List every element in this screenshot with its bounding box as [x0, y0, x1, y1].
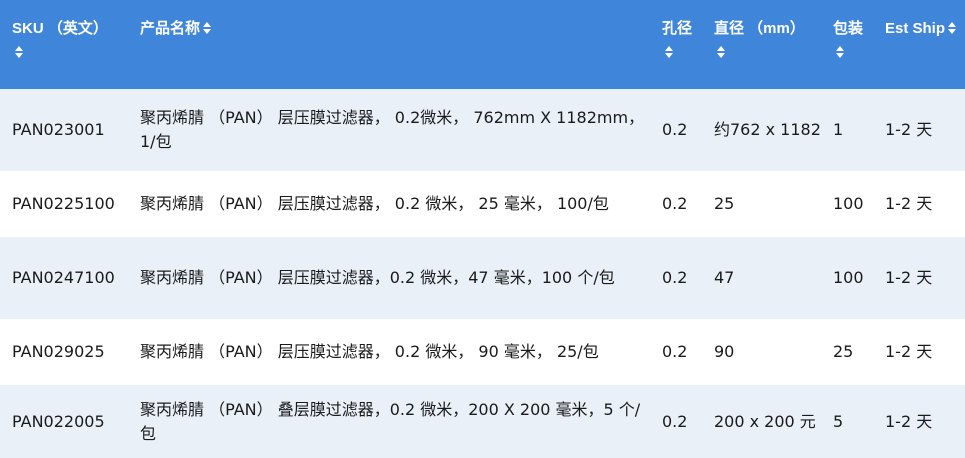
cell-diameter: 200 x 200 元	[714, 411, 816, 431]
cell-pore: 0.2	[662, 411, 688, 431]
table-header: SKU （英文） 产品名称 孔径 直径 （mm） 包装 Est Ship	[0, 0, 965, 89]
sort-icon	[836, 46, 844, 58]
cell-sku: PAN0225100	[12, 194, 115, 213]
cell-ship: 1-2 天	[885, 342, 933, 361]
cell-sku: PAN023001	[12, 120, 105, 139]
column-header-pack[interactable]: 包装	[823, 0, 876, 89]
table-row: PAN023001 聚丙烯腈 （PAN） 层压膜过滤器， 0.2微米， 762m…	[0, 89, 965, 171]
column-header-pack-label: 包装	[833, 20, 864, 37]
cell-ship: 1-2 天	[885, 268, 933, 287]
column-header-ship[interactable]: Est Ship	[876, 0, 965, 89]
table-row: PAN0225100 聚丙烯腈 （PAN） 层压膜过滤器， 0.2 微米， 25…	[0, 171, 965, 237]
cell-sku: PAN029025	[12, 342, 105, 361]
cell-pore: 0.2	[662, 268, 688, 287]
sort-icon	[717, 46, 725, 58]
cell-diameter: 25	[714, 194, 735, 213]
cell-ship: 1-2 天	[885, 120, 933, 139]
column-header-pore-label: 孔径	[662, 20, 693, 37]
cell-pore: 0.2	[662, 342, 688, 361]
column-header-pore[interactable]: 孔径	[652, 0, 704, 89]
table-row: PAN0247100 聚丙烯腈 （PAN） 层压膜过滤器，0.2 微米，47 毫…	[0, 237, 965, 319]
sort-icon	[665, 46, 673, 58]
cell-ship: 1-2 天	[885, 411, 933, 431]
cell-pack: 25	[833, 342, 854, 361]
sort-icon	[948, 22, 957, 34]
cell-name: 聚丙烯腈 （PAN） 叠层膜过滤器，0.2 微米，200 X 200 毫米，5 …	[140, 399, 641, 443]
product-table: SKU （英文） 产品名称 孔径 直径 （mm） 包装 Est Ship PAN…	[0, 0, 965, 458]
column-header-ship-label: Est Ship	[885, 20, 946, 37]
cell-name: 聚丙烯腈 （PAN） 层压膜过滤器，0.2 微米，47 毫米，100 个/包	[140, 268, 615, 287]
cell-pore: 0.2	[662, 120, 688, 139]
cell-name: 聚丙烯腈 （PAN） 层压膜过滤器， 0.2微米， 762mm X 1182mm…	[140, 108, 645, 151]
header-row: SKU （英文） 产品名称 孔径 直径 （mm） 包装 Est Ship	[0, 0, 965, 89]
cell-pack: 1	[833, 120, 844, 139]
table-row: PAN029025 聚丙烯腈 （PAN） 层压膜过滤器， 0.2 微米， 90 …	[0, 319, 965, 385]
table-row: PAN022005 聚丙烯腈 （PAN） 叠层膜过滤器，0.2 微米，200 X…	[0, 385, 965, 458]
cell-pack: 5	[833, 411, 844, 431]
cell-diameter: 47	[714, 268, 735, 287]
column-header-name[interactable]: 产品名称	[126, 0, 652, 89]
sort-icon	[15, 46, 23, 58]
column-header-name-label: 产品名称	[140, 20, 201, 37]
column-header-diameter[interactable]: 直径 （mm）	[704, 0, 823, 89]
cell-pack: 100	[833, 194, 864, 213]
sort-icon	[203, 22, 212, 34]
cell-sku: PAN022005	[12, 411, 105, 431]
cell-diameter: 90	[714, 342, 735, 361]
cell-name: 聚丙烯腈 （PAN） 层压膜过滤器， 0.2 微米， 90 毫米， 25/包	[140, 342, 599, 361]
cell-pack: 100	[833, 268, 864, 287]
column-header-diameter-label: 直径 （mm）	[714, 20, 805, 37]
cell-diameter: 约762 x 1182	[714, 120, 821, 139]
column-header-sku[interactable]: SKU （英文）	[0, 0, 126, 89]
cell-pore: 0.2	[662, 194, 688, 213]
cell-name: 聚丙烯腈 （PAN） 层压膜过滤器， 0.2 微米， 25 毫米， 100/包	[140, 194, 609, 213]
table-body: PAN023001 聚丙烯腈 （PAN） 层压膜过滤器， 0.2微米， 762m…	[0, 89, 965, 458]
cell-ship: 1-2 天	[885, 194, 933, 213]
column-header-sku-label: SKU （英文）	[12, 20, 108, 37]
cell-sku: PAN0247100	[12, 268, 115, 287]
